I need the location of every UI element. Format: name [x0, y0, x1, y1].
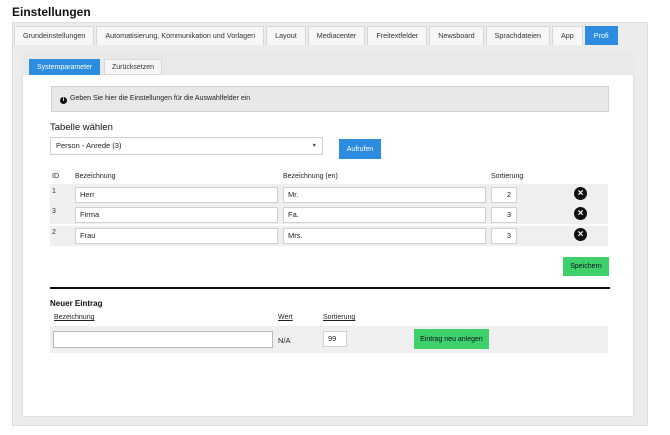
- top-tab-bar: Grundeinstellungen Automatisierung, Komm…: [14, 26, 620, 45]
- bezeichnung-en-field[interactable]: Fa.: [283, 207, 486, 223]
- new-entry-header-wert: Wert: [278, 314, 293, 321]
- sortierung-field[interactable]: 3: [491, 207, 517, 223]
- bezeichnung-en-field[interactable]: Mr.: [283, 187, 486, 203]
- tab-mediacenter[interactable]: Mediacenter: [307, 26, 366, 45]
- tab-automatisierung[interactable]: Automatisierung, Kommunikation und Vorla…: [96, 26, 265, 45]
- new-entry-header-sortierung: Sortierung: [323, 314, 356, 321]
- tab-systemparameter[interactable]: Systemparameter: [29, 59, 101, 75]
- column-header-id: ID: [52, 173, 59, 180]
- create-entry-button[interactable]: Eintrag neu anlegen: [414, 329, 489, 349]
- column-header-bezeichnung-en: Bezeichnung (en): [283, 173, 338, 180]
- new-bezeichnung-input[interactable]: [53, 331, 273, 348]
- page-title: Einstellungen: [12, 5, 91, 19]
- new-entry-header-bezeichnung: Bezeichnung: [54, 314, 95, 321]
- tab-grundeinstellungen[interactable]: Grundeinstellungen: [14, 26, 95, 45]
- info-box: i Geben Sie hier die Einstellungen für di…: [51, 86, 609, 112]
- row-id: 3: [52, 208, 56, 215]
- tab-layout[interactable]: Layout: [266, 26, 306, 45]
- tab-profi[interactable]: Profi: [584, 26, 618, 45]
- table-select[interactable]: Person - Anrede (3) ▼: [50, 137, 323, 155]
- tab-zuruecksetzen[interactable]: Zurücksetzen: [104, 59, 163, 75]
- column-header-bezeichnung: Bezeichnung: [75, 173, 116, 180]
- table-select-value: Person - Anrede (3): [56, 141, 122, 150]
- delete-icon[interactable]: ×: [574, 187, 587, 200]
- bezeichnung-en-field[interactable]: Mrs.: [283, 228, 486, 244]
- tab-freitextfelder[interactable]: Freitextfelder: [367, 26, 428, 45]
- sortierung-field[interactable]: 2: [491, 187, 517, 203]
- column-header-sortierung: Sortierung: [491, 173, 524, 180]
- new-entry-title: Neuer Eintrag: [50, 299, 103, 308]
- info-text: Geben Sie hier die Einstellungen für die…: [70, 95, 251, 102]
- tab-sprachdateien[interactable]: Sprachdateien: [485, 26, 550, 45]
- new-wert-value: N/A: [278, 336, 291, 345]
- info-icon: i: [60, 97, 67, 104]
- aufrufen-button[interactable]: Aufrufen: [339, 139, 381, 159]
- tab-newsboard[interactable]: Newsboard: [429, 26, 484, 45]
- new-sortierung-input[interactable]: 99: [323, 331, 347, 347]
- row-id: 1: [52, 188, 56, 195]
- bezeichnung-field[interactable]: Firma: [75, 207, 278, 223]
- section-divider: [50, 287, 610, 289]
- delete-icon[interactable]: ×: [574, 207, 587, 220]
- sortierung-field[interactable]: 3: [491, 228, 517, 244]
- save-button[interactable]: Speichern: [563, 257, 609, 276]
- table-select-title: Tabelle wählen: [50, 122, 113, 133]
- bezeichnung-field[interactable]: Frau: [75, 228, 278, 244]
- bezeichnung-field[interactable]: Herr: [75, 187, 278, 203]
- row-id: 2: [52, 229, 56, 236]
- delete-icon[interactable]: ×: [574, 228, 587, 241]
- chevron-down-icon: ▼: [311, 143, 317, 149]
- tab-app[interactable]: App: [552, 26, 583, 45]
